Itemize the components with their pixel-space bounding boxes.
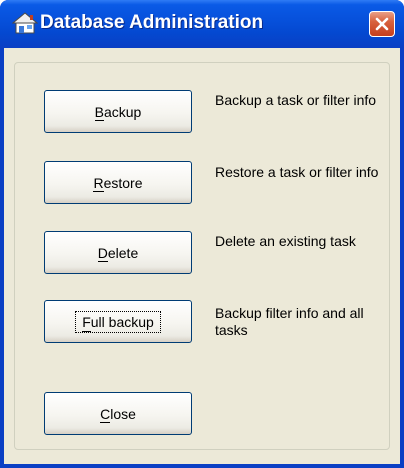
mnemonic-underline (94, 119, 104, 121)
full-backup-description: Backup filter info and all tasks (215, 305, 364, 338)
title-bar[interactable]: Database Administration (0, 0, 404, 48)
delete-description: Delete an existing task (215, 233, 356, 249)
close-button-label: Close (100, 405, 136, 423)
full-backup-button-label: Full backup (75, 310, 161, 333)
actions-group: Backup Backup a task or filter info Rest… (14, 62, 390, 450)
backup-description: Backup a task or filter info (215, 92, 377, 108)
restore-description: Restore a task or filter info (215, 164, 379, 180)
dialog-body: Backup Backup a task or filter info Rest… (4, 48, 400, 464)
full-backup-button[interactable]: Full backup (44, 300, 192, 343)
dialog-window: Database Administration Backup Backup a … (0, 0, 404, 468)
close-window-button[interactable] (369, 11, 395, 37)
delete-button-label: Delete (97, 244, 139, 262)
mnemonic-underline (82, 330, 91, 332)
mnemonic-underline (93, 190, 104, 192)
close-button[interactable]: Close (44, 392, 192, 435)
backup-button-label: Backup (94, 103, 142, 121)
house-icon (11, 12, 39, 34)
delete-button[interactable]: Delete (44, 231, 192, 274)
backup-button[interactable]: Backup (44, 90, 192, 133)
restore-button[interactable]: Restore (44, 161, 192, 204)
window-title: Database Administration (40, 12, 264, 33)
mnemonic-underline (97, 260, 108, 262)
mnemonic-underline (100, 421, 111, 423)
restore-button-label: Restore (93, 174, 143, 192)
